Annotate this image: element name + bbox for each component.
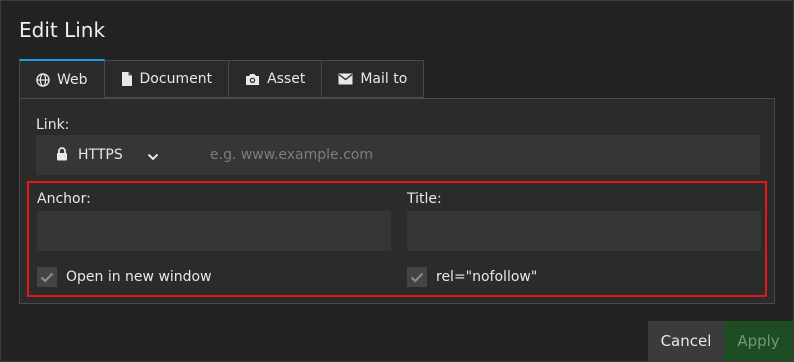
link-label: Link: bbox=[36, 117, 70, 133]
protocol-value: HTTPS bbox=[78, 147, 123, 163]
tab-document-label: Document bbox=[139, 71, 213, 87]
open-new-window-label: Open in new window bbox=[66, 269, 212, 285]
tab-web[interactable]: Web bbox=[19, 59, 105, 99]
edit-link-dialog: Edit Link Web Document Asset Mail to Lin… bbox=[0, 0, 794, 362]
tab-asset-label: Asset bbox=[267, 71, 306, 87]
title-input[interactable] bbox=[407, 211, 761, 251]
nofollow-label: rel="nofollow" bbox=[436, 269, 538, 285]
tab-mail-to-label: Mail to bbox=[360, 71, 408, 87]
envelope-icon bbox=[338, 73, 353, 85]
dialog-title: Edit Link bbox=[19, 18, 106, 42]
nofollow-option[interactable]: rel="nofollow" bbox=[407, 267, 537, 287]
chevron-down-icon bbox=[147, 146, 159, 165]
tab-mail-to[interactable]: Mail to bbox=[322, 60, 425, 98]
protocol-select[interactable]: HTTPS bbox=[36, 135, 196, 175]
tab-asset[interactable]: Asset bbox=[229, 60, 323, 98]
globe-icon bbox=[36, 73, 50, 87]
tab-web-label: Web bbox=[57, 72, 88, 88]
apply-button[interactable]: Apply bbox=[724, 321, 793, 361]
camera-icon bbox=[245, 73, 260, 86]
open-new-window-option[interactable]: Open in new window bbox=[37, 267, 212, 287]
link-url-input[interactable] bbox=[196, 134, 760, 176]
open-new-window-checkbox[interactable] bbox=[37, 267, 57, 287]
link-type-tabs: Web Document Asset Mail to bbox=[19, 59, 425, 99]
checkmark-icon bbox=[410, 272, 424, 283]
checkmark-icon bbox=[40, 272, 54, 283]
document-icon bbox=[121, 72, 133, 86]
nofollow-checkbox[interactable] bbox=[407, 267, 427, 287]
link-options-group: Anchor: Title: Open in new window rel="n… bbox=[27, 181, 767, 297]
anchor-label: Anchor: bbox=[37, 191, 91, 207]
title-label: Title: bbox=[407, 191, 442, 207]
cancel-button[interactable]: Cancel bbox=[648, 321, 724, 361]
tab-document[interactable]: Document bbox=[104, 60, 230, 98]
anchor-input[interactable] bbox=[37, 211, 391, 251]
web-link-panel: Link: HTTPS Anchor: bbox=[19, 98, 775, 304]
lock-icon bbox=[56, 146, 68, 165]
link-row: HTTPS bbox=[36, 134, 760, 176]
